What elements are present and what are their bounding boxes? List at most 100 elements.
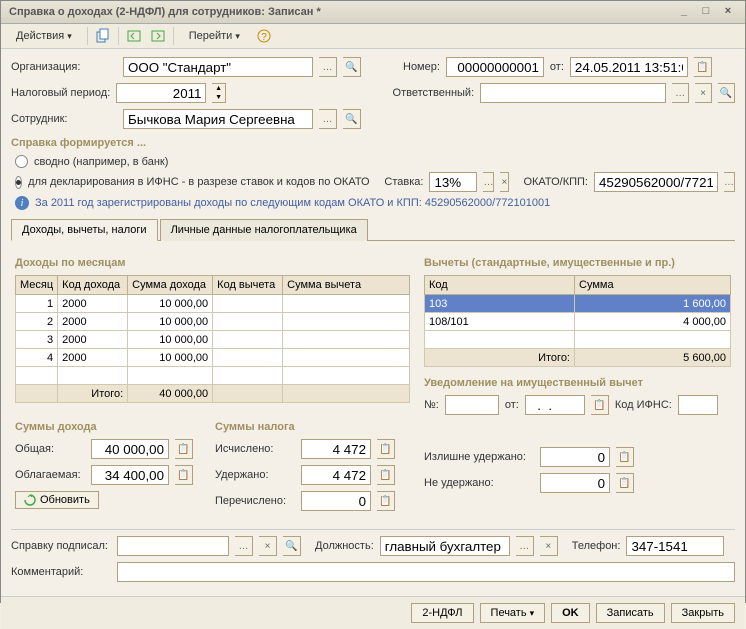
calc-icon[interactable]: 📋 bbox=[377, 439, 395, 459]
signed-input[interactable] bbox=[117, 536, 229, 556]
close-button[interactable]: Закрыть bbox=[671, 603, 735, 623]
ok-button[interactable]: OK bbox=[551, 603, 590, 623]
ndfl-button[interactable]: 2-НДФЛ bbox=[411, 603, 473, 623]
deductions-title: Вычеты (стандартные, имущественные и пр.… bbox=[424, 257, 731, 269]
search-icon[interactable]: 🔍 bbox=[343, 57, 361, 77]
rate-label: Ставка: bbox=[384, 176, 423, 188]
clear-icon[interactable]: × bbox=[500, 172, 509, 192]
table-row bbox=[425, 331, 731, 349]
comment-input[interactable] bbox=[117, 562, 735, 582]
next-icon[interactable] bbox=[149, 27, 167, 45]
search-icon[interactable]: 🔍 bbox=[343, 109, 361, 129]
org-label: Организация: bbox=[11, 61, 117, 73]
taxable-label: Облагаемая: bbox=[15, 469, 85, 481]
okato-input[interactable] bbox=[594, 172, 718, 192]
copy-icon[interactable] bbox=[94, 27, 112, 45]
search-icon[interactable]: 🔍 bbox=[718, 83, 735, 103]
calendar-icon[interactable]: 📋 bbox=[694, 57, 712, 77]
org-input[interactable] bbox=[123, 57, 313, 77]
position-input[interactable] bbox=[380, 536, 510, 556]
clear-icon[interactable]: × bbox=[695, 83, 712, 103]
under-label: Не удержано: bbox=[424, 477, 534, 489]
total-income-input[interactable] bbox=[91, 439, 169, 459]
print-button[interactable]: Печать bbox=[480, 603, 546, 623]
table-row: 1200010 000,00 bbox=[16, 295, 410, 313]
held-input[interactable] bbox=[301, 465, 371, 485]
calc-icon[interactable]: 📋 bbox=[175, 465, 193, 485]
select-icon[interactable]: … bbox=[672, 83, 689, 103]
calc-icon[interactable]: 📋 bbox=[175, 439, 193, 459]
calc-input[interactable] bbox=[301, 439, 371, 459]
deductions-table[interactable]: Код Сумма 1031 600,00 108/1014 000,00 Ит… bbox=[424, 275, 731, 367]
sums-income-title: Суммы дохода bbox=[15, 421, 195, 433]
number-label: Номер: bbox=[403, 61, 440, 73]
trans-input[interactable] bbox=[301, 491, 371, 511]
col-month[interactable]: Месяц bbox=[16, 276, 58, 295]
calc-icon[interactable]: 📋 bbox=[616, 473, 634, 493]
select-icon[interactable]: … bbox=[724, 172, 735, 192]
income-title: Доходы по месяцам bbox=[15, 257, 410, 269]
rate-input[interactable] bbox=[429, 172, 477, 192]
calendar-icon[interactable]: 📋 bbox=[591, 395, 609, 415]
col-ded-sum[interactable]: Сумма bbox=[575, 276, 731, 295]
notice-num-label: №: bbox=[424, 399, 439, 411]
number-input[interactable] bbox=[446, 57, 544, 77]
info-text: За 2011 год зарегистрированы доходы по с… bbox=[35, 197, 550, 209]
window-buttons: _ □ × bbox=[675, 5, 737, 19]
trans-label: Перечислено: bbox=[215, 495, 295, 507]
calc-icon[interactable]: 📋 bbox=[377, 465, 395, 485]
tab-personal[interactable]: Личные данные налогоплательщика bbox=[160, 219, 368, 241]
table-row: 2200010 000,00 bbox=[16, 313, 410, 331]
total-row: Итого:5 600,00 bbox=[425, 349, 731, 367]
search-icon[interactable]: 🔍 bbox=[283, 536, 301, 556]
refresh-button[interactable]: Обновить bbox=[15, 491, 99, 509]
select-icon[interactable]: … bbox=[319, 57, 337, 77]
over-label: Излишне удержано: bbox=[424, 451, 534, 463]
notice-num-input[interactable] bbox=[445, 395, 499, 415]
date-input[interactable] bbox=[570, 57, 688, 77]
minimize-button[interactable]: _ bbox=[675, 5, 693, 19]
col-dedsum[interactable]: Сумма вычета bbox=[283, 276, 410, 295]
phone-input[interactable] bbox=[626, 536, 724, 556]
table-row bbox=[16, 367, 410, 385]
goto-menu[interactable]: Перейти bbox=[180, 27, 249, 45]
actions-menu[interactable]: Действия bbox=[7, 27, 81, 45]
notice-from-input[interactable] bbox=[525, 395, 585, 415]
prev-icon[interactable] bbox=[125, 27, 143, 45]
phone-label: Телефон: bbox=[572, 540, 621, 552]
col-code[interactable]: Код дохода bbox=[58, 276, 128, 295]
calc-icon[interactable]: 📋 bbox=[616, 447, 634, 467]
comment-label: Комментарий: bbox=[11, 566, 111, 578]
select-icon[interactable]: … bbox=[516, 536, 534, 556]
info-icon: i bbox=[15, 196, 29, 210]
notice-ifns-input[interactable] bbox=[678, 395, 718, 415]
radio-declaration[interactable] bbox=[15, 176, 22, 189]
under-input[interactable] bbox=[540, 473, 610, 493]
table-row: 3200010 000,00 bbox=[16, 331, 410, 349]
col-sum[interactable]: Сумма дохода bbox=[128, 276, 213, 295]
clear-icon[interactable]: × bbox=[259, 536, 277, 556]
radio-summary[interactable] bbox=[15, 155, 28, 168]
save-button[interactable]: Записать bbox=[596, 603, 665, 623]
notice-title: Уведомление на имущественный вычет bbox=[424, 377, 731, 389]
clear-icon[interactable]: × bbox=[540, 536, 558, 556]
taxperiod-input[interactable] bbox=[116, 83, 206, 103]
tab-income[interactable]: Доходы, вычеты, налоги bbox=[11, 219, 158, 241]
select-icon[interactable]: … bbox=[235, 536, 253, 556]
taxable-input[interactable] bbox=[91, 465, 169, 485]
help-icon[interactable]: ? bbox=[255, 27, 273, 45]
formation-title: Справка формируется ... bbox=[11, 137, 735, 149]
maximize-button[interactable]: □ bbox=[697, 5, 715, 19]
col-dedcode[interactable]: Код вычета bbox=[213, 276, 283, 295]
close-button[interactable]: × bbox=[719, 5, 737, 19]
employee-input[interactable] bbox=[123, 109, 313, 129]
radio-summary-label: сводно (например, в банк) bbox=[34, 156, 168, 168]
period-spinner[interactable]: ▲▼ bbox=[212, 83, 225, 103]
calc-icon[interactable]: 📋 bbox=[377, 491, 395, 511]
income-table[interactable]: Месяц Код дохода Сумма дохода Код вычета… bbox=[15, 275, 410, 403]
select-icon[interactable]: … bbox=[319, 109, 337, 129]
col-ded-code[interactable]: Код bbox=[425, 276, 575, 295]
over-input[interactable] bbox=[540, 447, 610, 467]
responsible-input[interactable] bbox=[480, 83, 666, 103]
select-icon[interactable]: … bbox=[483, 172, 494, 192]
